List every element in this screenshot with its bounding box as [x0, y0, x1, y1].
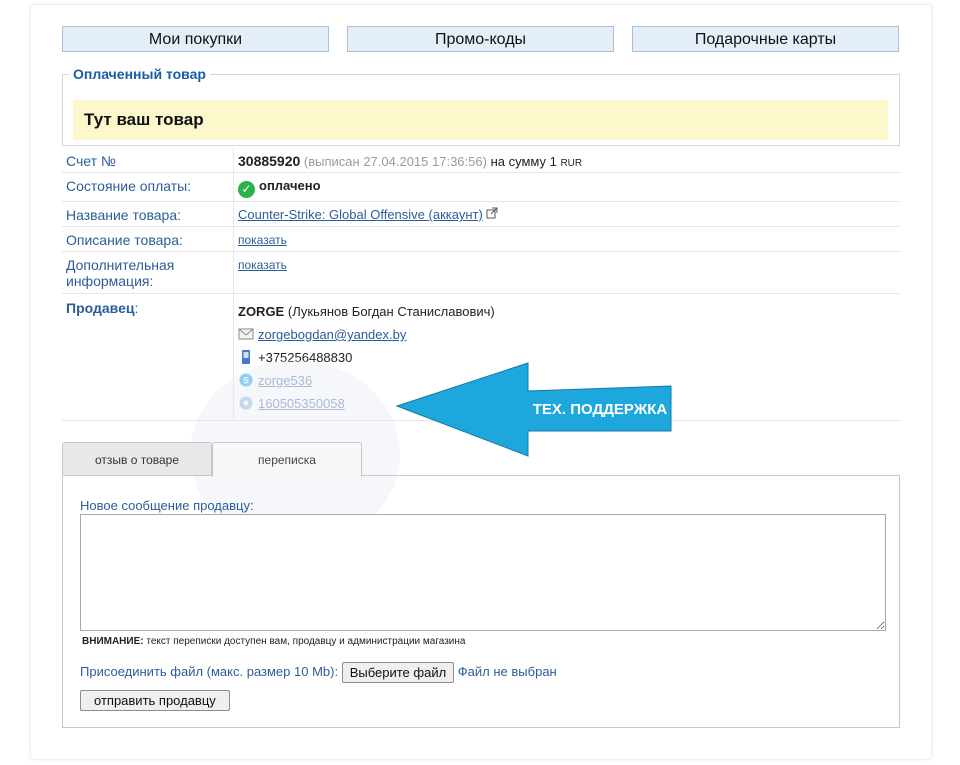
tab-review[interactable]: отзыв о товаре — [62, 442, 212, 476]
warning-note: ВНИМАНИЕ: текст переписки доступен вам, … — [82, 636, 465, 647]
send-to-seller-button[interactable]: отправить продавцу — [80, 690, 230, 711]
payment-status-label: Состояние оплаты: — [62, 172, 234, 202]
attach-row: Присоединить файл (макс. размер 10 Mb): … — [80, 661, 557, 684]
warning-bold: ВНИМАНИЕ: — [82, 636, 144, 647]
seller-fullname: (Лукьянов Богдан Станиславович) — [287, 304, 495, 319]
paid-item-fieldset: Оплаченный товар Тут ваш товар — [62, 66, 900, 146]
seller-email-link[interactable]: zorgebogdan@yandex.by — [258, 327, 406, 342]
product-name-link[interactable]: Counter-Strike: Global Offensive (аккаун… — [238, 207, 483, 222]
extra-info-show-link[interactable]: показать — [238, 258, 287, 272]
mail-icon — [238, 328, 254, 340]
product-desc-label: Описание товара: — [62, 226, 234, 252]
invoice-currency: RUR — [560, 158, 583, 169]
invoice-sum: на сумму 1 — [490, 154, 557, 169]
paid-item-content: Тут ваш товар — [73, 100, 888, 140]
no-file-text: Файл не выбран — [457, 664, 557, 679]
promo-codes-button[interactable]: Промо-коды — [347, 26, 614, 52]
extra-info-row: Дополнительная информация: показать — [62, 251, 900, 294]
payment-status-value: оплачено — [259, 178, 321, 193]
choose-file-button[interactable]: Выберите файл — [341, 662, 455, 684]
warning-text: текст переписки доступен вам, продавцу и… — [146, 636, 466, 647]
attach-label: Присоединить файл (макс. размер 10 Mb): — [80, 664, 339, 679]
seller-label: Продавец — [66, 300, 135, 316]
gift-cards-button[interactable]: Подарочные карты — [632, 26, 899, 52]
invoice-label: Счет № — [62, 148, 234, 173]
product-desc-row: Описание товара: показать — [62, 226, 900, 252]
message-panel: Новое сообщение продавцу: ВНИМАНИЕ: текс… — [62, 475, 900, 728]
check-icon: ✓ — [238, 181, 255, 198]
invoice-number: 30885920 — [238, 153, 301, 169]
product-name-row: Название товара: Counter-Strike: Global … — [62, 201, 900, 227]
tab-correspondence[interactable]: переписка — [212, 442, 362, 477]
phone-icon — [242, 350, 250, 364]
paid-item-legend: Оплаченный товар — [73, 66, 206, 82]
new-message-label: Новое сообщение продавцу: — [80, 498, 254, 513]
external-link-icon[interactable] — [486, 207, 498, 219]
seller-name: ZORGE (Лукьянов Богдан Станиславович) — [238, 302, 896, 325]
invoice-row: Счет № 30885920 (выписан 27.04.2015 17:3… — [62, 148, 900, 173]
product-desc-show-link[interactable]: показать — [238, 233, 287, 247]
seller-nick: ZORGE — [238, 304, 285, 319]
seller-label-colon: : — [134, 300, 139, 316]
my-purchases-button[interactable]: Мои покупки — [62, 26, 329, 52]
product-name-label: Название товара: — [62, 201, 234, 227]
tech-support-label: ТЕХ. ПОДДЕРЖКА — [532, 401, 668, 418]
extra-info-label: Дополнительная информация: — [62, 251, 234, 294]
message-textarea[interactable] — [80, 514, 886, 631]
payment-status-row: Состояние оплаты: ✓ оплачено — [62, 172, 900, 202]
invoice-issued: (выписан 27.04.2015 17:36:56) — [303, 154, 487, 169]
